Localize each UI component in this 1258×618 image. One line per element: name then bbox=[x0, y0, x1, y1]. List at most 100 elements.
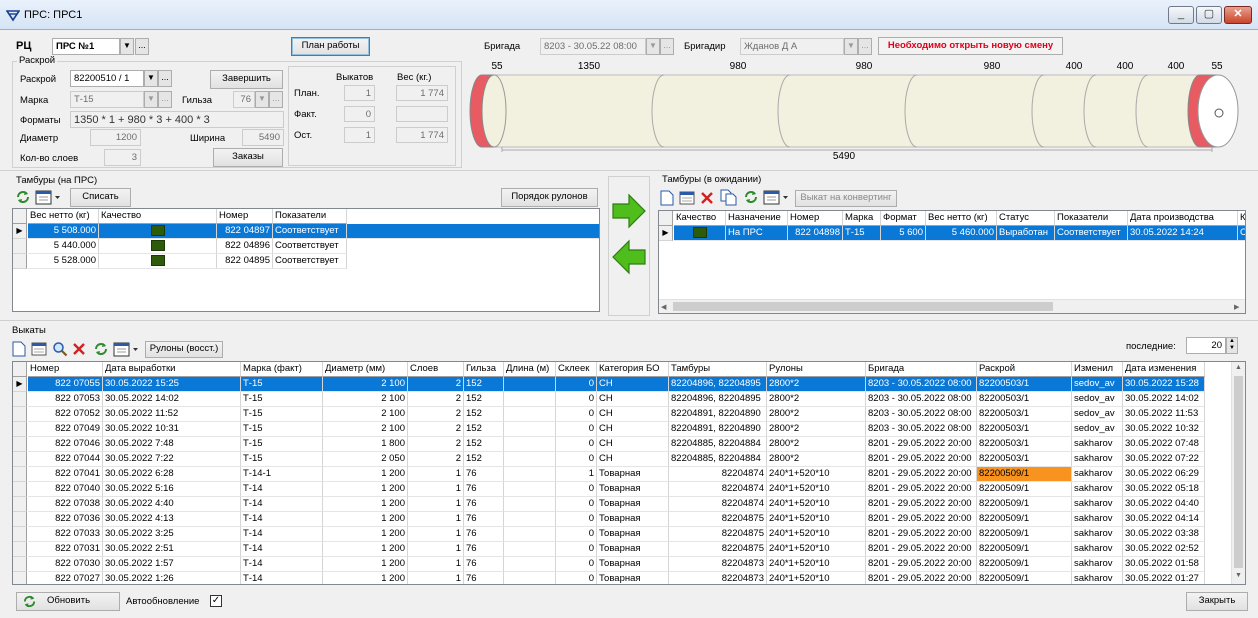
col-header[interactable]: Качество bbox=[99, 209, 217, 224]
chevron-down-icon[interactable]: ▼ bbox=[144, 91, 158, 108]
roll-width-label: 400 bbox=[1168, 61, 1185, 72]
edit-icon[interactable] bbox=[679, 190, 695, 206]
horizontal-scrollbar[interactable]: ◀ ▶ bbox=[659, 299, 1245, 313]
scrollbar-thumb[interactable] bbox=[673, 302, 1053, 311]
col-header[interactable]: Тамбуры bbox=[669, 362, 767, 377]
col-header[interactable]: Склеек bbox=[556, 362, 597, 377]
table-cell: 8201 - 29.05.2022 20:00 bbox=[866, 542, 977, 557]
calendar-icon[interactable] bbox=[35, 189, 61, 205]
col-header[interactable]: Марка (факт) bbox=[241, 362, 323, 377]
col-header[interactable]: Диаметр (мм) bbox=[323, 362, 408, 377]
maximize-button[interactable]: ▢ bbox=[1196, 6, 1222, 24]
col-header[interactable]: Гильза bbox=[464, 362, 504, 377]
refresh-icon[interactable] bbox=[744, 190, 758, 204]
plan-button[interactable]: План работы bbox=[291, 37, 370, 56]
vertical-scrollbar[interactable]: ▲ ▼ bbox=[1231, 362, 1245, 584]
col-header[interactable]: Изменил bbox=[1072, 362, 1123, 377]
refresh-icon[interactable] bbox=[16, 190, 30, 204]
table-cell: СН bbox=[597, 407, 669, 422]
converting-button[interactable]: Выкат на конвертинг bbox=[795, 190, 897, 207]
col-header[interactable]: Номер bbox=[788, 211, 843, 226]
brigade-more-button[interactable]: ... bbox=[660, 38, 674, 55]
close-window-button[interactable]: ✕ bbox=[1224, 6, 1252, 24]
marka-more-button[interactable]: ... bbox=[158, 91, 172, 108]
col-header[interactable]: Качество bbox=[674, 211, 726, 226]
chevron-down-icon[interactable]: ▼ bbox=[120, 38, 134, 55]
close-button[interactable]: Закрыть bbox=[1186, 592, 1248, 611]
search-icon[interactable] bbox=[52, 341, 68, 357]
auto-refresh-checkbox[interactable]: ✓ bbox=[210, 595, 222, 607]
delete-icon[interactable] bbox=[700, 191, 714, 205]
table-cell: 0 bbox=[556, 527, 597, 542]
brigade-select[interactable]: 8203 - 30.05.22 08:00 bbox=[540, 38, 646, 55]
col-header[interactable]: Слоев bbox=[408, 362, 464, 377]
chevron-down-icon[interactable]: ▼ bbox=[255, 91, 269, 108]
col-header[interactable]: Дата производства bbox=[1128, 211, 1238, 226]
refresh-icon[interactable] bbox=[94, 342, 108, 356]
col-header[interactable]: Бригада bbox=[866, 362, 977, 377]
delete-icon[interactable] bbox=[72, 342, 86, 356]
calendar-icon[interactable] bbox=[113, 341, 139, 357]
last-count-input[interactable]: 20 bbox=[1186, 337, 1226, 354]
raskroi-select[interactable]: 82200510 / 1 bbox=[70, 70, 144, 87]
chevron-down-icon[interactable]: ▼ bbox=[646, 38, 660, 55]
table-cell: 30.05.2022 11:53 bbox=[1123, 407, 1205, 422]
table-cell: 2800*2 bbox=[767, 437, 866, 452]
minimize-button[interactable]: _ bbox=[1168, 6, 1194, 24]
col-header[interactable]: Показатели bbox=[273, 209, 347, 224]
rc-more-button[interactable]: ... bbox=[135, 38, 149, 55]
copy-icon[interactable] bbox=[720, 189, 738, 206]
foreman-more-button[interactable]: ... bbox=[858, 38, 872, 55]
roll-width-label: 1350 bbox=[578, 61, 601, 72]
col-header[interactable]: Длина (м) bbox=[504, 362, 556, 377]
col-header[interactable]: Формат bbox=[881, 211, 926, 226]
col-header[interactable]: Статус bbox=[997, 211, 1055, 226]
refresh-button[interactable]: Обновить bbox=[16, 592, 120, 611]
rc-select[interactable]: ПРС №1 bbox=[52, 38, 120, 55]
edit-icon[interactable] bbox=[31, 341, 47, 357]
new-document-icon[interactable] bbox=[12, 341, 26, 357]
roll-width-label: 55 bbox=[1211, 61, 1223, 72]
col-header[interactable]: Номер bbox=[28, 362, 103, 377]
table-cell: 30.05.2022 14:02 bbox=[103, 392, 241, 407]
restore-rolls-button[interactable]: Рулоны (восст.) bbox=[145, 341, 223, 358]
table-cell: 2 bbox=[408, 422, 464, 437]
chevron-down-icon[interactable]: ▼ bbox=[844, 38, 858, 55]
arrow-left-icon[interactable] bbox=[611, 239, 647, 275]
col-header[interactable]: Дата выработки bbox=[103, 362, 241, 377]
new-document-icon[interactable] bbox=[660, 190, 674, 206]
last-count-spinner[interactable]: ▲ ▼ bbox=[1226, 337, 1238, 354]
table-cell: 82200509/1 bbox=[977, 542, 1072, 557]
gilza-select[interactable]: 76 bbox=[233, 91, 255, 108]
fact-count: 0 bbox=[344, 106, 375, 122]
col-header[interactable]: Категория БО bbox=[597, 362, 669, 377]
col-header[interactable]: Показатели bbox=[1055, 211, 1128, 226]
raskroi-more-button[interactable]: ... bbox=[158, 70, 172, 87]
finish-button[interactable]: Завершить bbox=[210, 70, 283, 89]
write-off-button[interactable]: Списать bbox=[70, 188, 131, 207]
calendar-icon[interactable] bbox=[763, 189, 789, 205]
foreman-select[interactable]: Жданов Д А bbox=[740, 38, 844, 55]
col-header[interactable]: Кате bbox=[1238, 211, 1245, 226]
table-cell: 1 bbox=[556, 467, 597, 482]
col-header[interactable]: Вес нетто (кг) bbox=[28, 209, 99, 224]
col-header[interactable]: Номер bbox=[217, 209, 273, 224]
table-cell: 1 200 bbox=[323, 497, 408, 512]
brigade-label: Бригада bbox=[484, 41, 521, 52]
chevron-down-icon[interactable]: ▼ bbox=[144, 70, 158, 87]
col-header[interactable]: Вес нетто (кг) bbox=[926, 211, 997, 226]
marka-select[interactable]: Т-15 bbox=[70, 91, 144, 108]
scrollbar-thumb[interactable] bbox=[1234, 376, 1243, 568]
table-cell: 30.05.2022 10:32 bbox=[1123, 422, 1205, 437]
table-cell: 0 bbox=[556, 497, 597, 512]
table-cell: 82200509/1 bbox=[977, 497, 1072, 512]
arrow-right-icon[interactable] bbox=[611, 193, 647, 229]
col-header[interactable]: Раскрой bbox=[977, 362, 1072, 377]
col-header[interactable]: Назначение bbox=[726, 211, 788, 226]
orders-button[interactable]: Заказы bbox=[213, 148, 283, 167]
gilza-more-button[interactable]: ... bbox=[269, 91, 283, 108]
col-header[interactable]: Рулоны bbox=[767, 362, 866, 377]
col-header[interactable]: Дата изменения bbox=[1123, 362, 1205, 377]
roll-order-button[interactable]: Порядок рулонов bbox=[501, 188, 598, 207]
col-header[interactable]: Марка bbox=[843, 211, 881, 226]
